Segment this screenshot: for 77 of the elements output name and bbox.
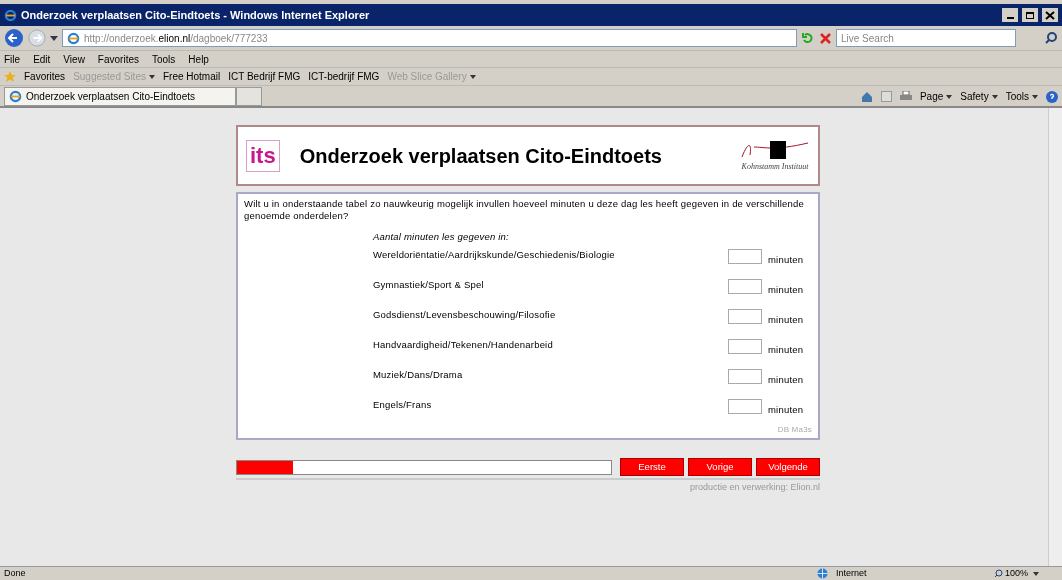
caret-icon [469,74,476,79]
browser-tab[interactable]: Onderzoek verplaatsen Cito-Eindtoets [4,87,236,106]
unit-label: minuten [767,253,805,268]
unit-label: minuten [767,313,805,328]
zoom-button[interactable]: 100% [994,566,1058,580]
magnifier-icon [994,569,1003,578]
printer-icon[interactable] [899,91,912,102]
its-logo: its [246,139,280,172]
nav-button[interactable]: Volgende [756,458,820,477]
page-heading: Onderzoek verplaatsen Cito-Eindtoets [299,143,663,169]
signature-logo [740,138,810,161]
browser-icon [4,8,17,22]
stop-icon[interactable] [819,31,832,45]
nav-button[interactable]: Eerste [620,458,684,477]
table-subheading: Aantal minuten les gegeven in: [373,230,510,244]
caret-icon [148,74,155,79]
institute-name: Kohnstamm Instituut [741,160,809,173]
new-tab-button[interactable] [236,87,262,106]
address-field[interactable]: http://onderzoek.elion.nl/dagboek/777233 [62,29,797,47]
subject-label: Wereldoriëntatie/Aardrijkskunde/Geschiedenis/Biologie [373,248,616,263]
dropdown-arrow-icon[interactable] [50,35,58,41]
caret-icon [1033,571,1040,576]
nav-button[interactable]: Vorige [688,458,752,477]
browser-icon [9,90,22,103]
command-button[interactable]: Safety [960,89,998,104]
page-code: DB Ma3s [777,424,812,437]
maximize-button[interactable] [1022,8,1038,22]
home-icon[interactable] [860,90,873,103]
menu-item[interactable]: Tools [152,51,176,67]
globe-icon [817,568,828,579]
unit-label: minuten [767,403,805,418]
command-button[interactable]: Tools [1005,89,1038,104]
help-icon[interactable] [1046,90,1058,103]
unit-label: minuten [767,343,805,358]
minimize-icon [1006,17,1014,19]
search-icon[interactable] [1044,31,1058,45]
minutes-field[interactable] [728,249,762,265]
subject-label: Handvaardigheid/Tekenen/Handenarbeid [373,338,554,353]
unit-label: minuten [767,283,805,298]
browser-icon [67,31,80,45]
favorites-link[interactable]: ICT-bedrijf FMG [308,69,380,84]
minutes-field[interactable] [728,339,762,355]
subject-label: Muziek/Dans/Drama [373,368,464,383]
star-icon [4,70,16,83]
menu-item[interactable]: Help [188,51,209,67]
subject-label: Gymnastiek/Sport & Spel [373,278,485,293]
close-button[interactable] [1042,8,1058,22]
search-field[interactable]: Live Search [836,29,1016,47]
caret-icon [991,94,998,99]
menu-item[interactable]: Favorites [97,51,139,67]
menu-item[interactable]: File [4,51,21,67]
command-button[interactable]: Page [919,89,953,104]
favorites-link[interactable]: Free Hotmail [162,69,221,84]
favorites-button[interactable]: Favorites [24,69,66,84]
refresh-icon[interactable] [801,31,815,45]
subject-label: Engels/Frans [373,398,433,413]
back-icon[interactable] [4,28,24,48]
minutes-field[interactable] [728,279,762,295]
favorites-link[interactable]: ICT Bedrijf FMG [228,69,301,84]
unit-label: minuten [767,373,805,388]
window-title: Onderzoek verplaatsen Cito-Eindtoets - Windows Internet Explorer [21,7,370,23]
status-text: Done [4,566,27,580]
caret-icon [946,94,953,99]
close-icon [1045,10,1055,20]
feed-icon[interactable] [880,91,892,102]
subject-label: Godsdienst/Levensbeschouwing/Filosofie [373,308,557,323]
question-text: Wilt u in onderstaande tabel zo nauwkeurig mogelijk invullen hoeveel minuten u deze dag les heeft gegeven in de verschillende genoemde onderdelen? [244,198,805,222]
menu-item[interactable]: Edit [33,51,51,67]
zone-text: Internet [836,566,868,580]
maximize-icon [1025,10,1035,20]
minutes-field[interactable] [728,399,762,415]
menu-item[interactable]: View [63,51,85,67]
minutes-field[interactable] [728,369,762,385]
minutes-field[interactable] [728,309,762,325]
credits-text: productie en verwerking: Elion.nl [689,481,820,495]
minimize-button[interactable] [1002,8,1018,22]
caret-icon [1032,94,1038,99]
